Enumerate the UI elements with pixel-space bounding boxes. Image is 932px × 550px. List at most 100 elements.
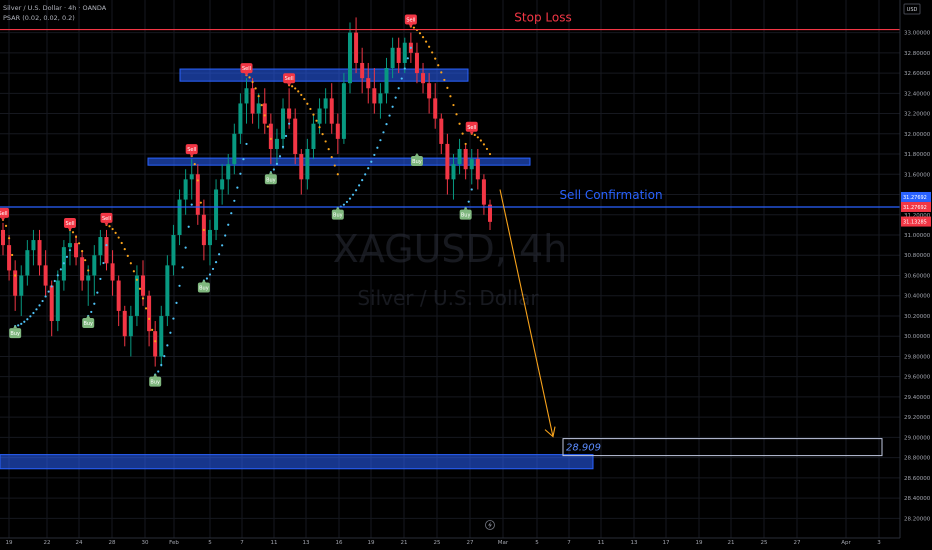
psar-dot [71,231,75,234]
y-tick-label: 28.20000 [904,516,931,522]
psar-dot [38,304,41,307]
x-tick-label: 19 [696,540,703,546]
candle-body [299,154,304,180]
candle-body [287,108,292,119]
y-tick-label: 31.60000 [904,172,931,178]
signal-label: Sell [65,221,74,227]
candle-body [1,229,5,246]
x-tick-label: 17 [663,540,670,546]
candle-body [153,331,158,357]
psar-dot [476,136,479,139]
psar-dot [260,104,263,107]
x-tick-label: 21 [728,540,735,546]
psar-dot [461,132,464,135]
price-tag-label: 31.27692 [903,195,927,201]
candle-body [475,159,480,180]
candle-body [396,47,401,63]
x-tick-label: 13 [631,540,638,546]
price-tag-label: 31.13285 [903,220,927,226]
candle-body [268,123,273,149]
psar-dot [382,131,385,134]
candle-body [244,88,249,104]
psar-dot [446,86,449,89]
psar-dot [391,105,394,108]
y-tick-label: 30.80000 [904,253,931,259]
psar-dot [467,200,470,203]
candle-body [80,257,85,281]
price-chart[interactable]: XAGUSD, 4h Silver / U.S. Dollar Stop Los… [0,0,932,550]
candle-body [457,148,462,165]
psar-dot [227,223,230,226]
psar-dot [239,172,242,175]
candle-body [323,98,328,109]
psar-dot [23,320,26,323]
psar-dot [488,152,492,156]
sell-confirmation-label: Sell Confirmation [559,188,662,202]
candle-body [250,88,255,114]
candle-body [214,189,219,230]
candle-body [19,275,24,296]
psar-dot [111,227,114,231]
candle-body [341,83,346,139]
signal-label: Sell [187,147,196,153]
signal-label: Sell [285,76,294,82]
candle-body [92,255,97,276]
psar-dot [479,139,482,142]
psar-dot [470,188,473,191]
psar-dot [367,167,370,170]
x-tick-label: Apr [841,540,851,546]
psar-dot [379,139,382,142]
candle-body [427,83,432,99]
y-tick-label: 31.80000 [904,152,931,158]
psar-dot [236,186,239,189]
psar-dot [443,78,446,82]
psar-dot [62,262,65,265]
psar-dot [388,114,391,117]
psar-dot [154,340,157,343]
candle-body [7,245,12,271]
psar-dot [269,137,272,140]
psar-dot [309,107,312,111]
psar-dot [318,126,321,129]
psar-dot [114,231,117,234]
psar-dot [464,142,467,146]
signal-label: Sell [406,18,415,24]
psar-dot [385,122,388,126]
psar-dot [126,254,129,257]
y-tick-label: 33.00000 [904,31,931,37]
x-tick-label: 24 [76,540,83,546]
psar-dot [81,249,84,253]
signal-label: Buy [199,286,209,292]
psar-dot [437,64,440,67]
psar-dot [151,328,154,331]
candle-body [49,285,54,322]
psar-dot [205,277,209,280]
psar-dot [266,125,269,128]
x-tick-label: 3 [877,540,881,546]
x-tick-label: 27 [794,540,801,546]
psar-dot [449,95,452,98]
psar-dot [306,102,309,105]
x-tick-label: 28 [109,540,116,546]
candle-body [329,98,334,124]
signal-label: Buy [461,213,471,219]
psar-dot [90,310,93,314]
psar-dot [44,295,47,298]
psar-dot [65,255,69,258]
psar-dot [35,308,38,311]
psar-dot [87,269,90,272]
y-tick-label: 32.40000 [904,91,931,97]
x-tick-label: 22 [44,540,51,546]
candle-body [183,179,188,200]
psar-dot [412,26,416,29]
candle-body [481,179,486,205]
y-tick-label: 32.00000 [904,132,931,138]
psar-dot [284,134,288,138]
currency-label: USD [907,7,918,13]
y-tick-label: 29.40000 [904,395,931,401]
psar-dot [135,278,139,281]
candle-body [134,275,139,316]
signal-label: Buy [83,321,93,327]
psar-dot [364,173,367,176]
psar-dot [193,163,196,166]
